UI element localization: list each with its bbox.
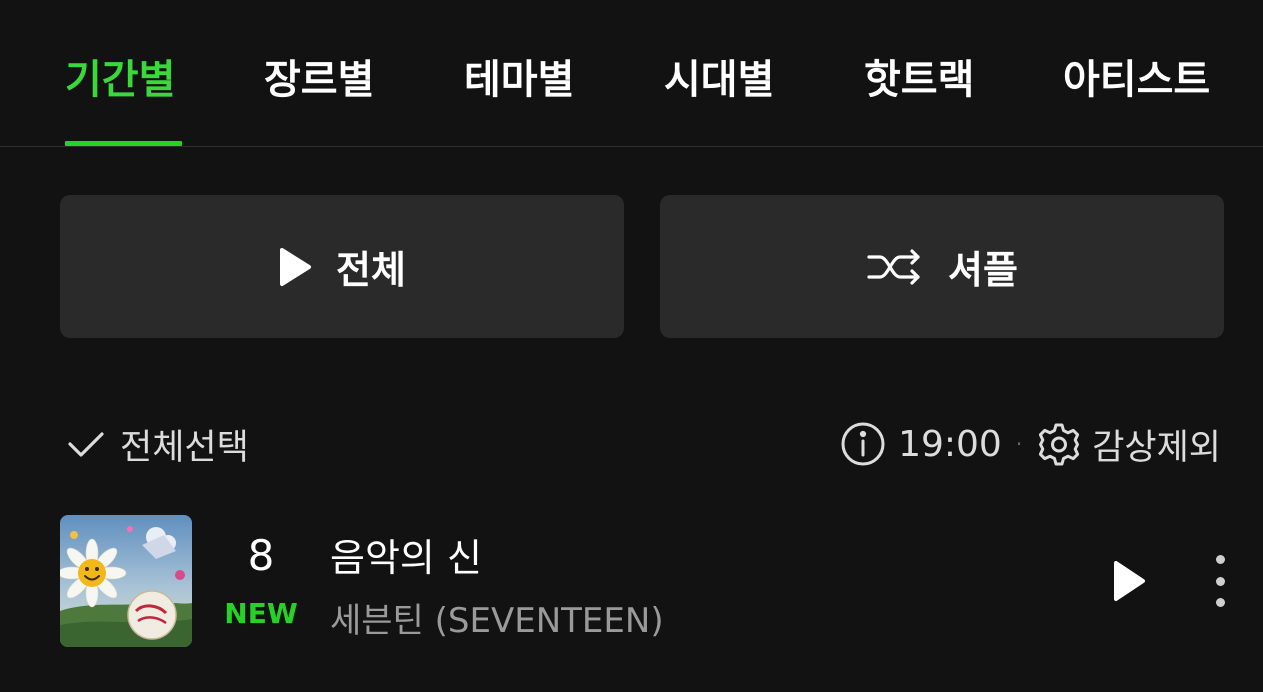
separator-dot: · — [1015, 432, 1023, 456]
more-options-button[interactable] — [1205, 555, 1235, 607]
shuffle-icon — [866, 247, 924, 287]
play-all-button[interactable]: 전체 — [60, 195, 624, 338]
tab-genre[interactable]: 장르별 — [264, 52, 374, 108]
tab-era[interactable]: 시대별 — [664, 52, 774, 108]
check-icon — [66, 424, 106, 464]
gear-icon — [1036, 421, 1082, 467]
track-play-button[interactable] — [1105, 557, 1153, 605]
rank-status-badge: NEW — [224, 597, 298, 630]
tab-artist[interactable]: 아티스트 — [1063, 52, 1210, 108]
category-tab-bar: 기간별 장르별 테마별 시대별 핫트랙 아티스트 — [0, 0, 1263, 147]
play-icon — [1111, 559, 1147, 603]
select-all-toggle[interactable]: 전체선택 — [66, 418, 249, 470]
exclude-listening-button[interactable]: 감상제외 — [1036, 419, 1221, 470]
play-icon — [278, 247, 312, 287]
chart-meta: 19:00 · 감상제외 — [840, 418, 1221, 470]
shuffle-label: 셔플 — [948, 248, 1018, 292]
track-title[interactable]: 음악의 신 — [330, 527, 482, 582]
chart-screen: 기간별 장르별 테마별 시대별 핫트랙 아티스트 전체 셔플 전체선택 19:0… — [0, 0, 1263, 692]
select-all-label: 전체선택 — [120, 427, 249, 468]
track-artist[interactable]: 세븐틴 (SEVENTEEN) — [330, 593, 664, 642]
tab-hot-track[interactable]: 핫트랙 — [864, 52, 974, 108]
album-art[interactable] — [60, 515, 192, 647]
track-rank: 8 — [247, 531, 275, 580]
update-time: 19:00 — [898, 423, 1002, 465]
more-vertical-icon — [1215, 555, 1225, 564]
active-tab-indicator — [65, 141, 182, 146]
play-all-label: 전체 — [336, 248, 406, 292]
tab-period[interactable]: 기간별 — [65, 52, 175, 108]
shuffle-button[interactable]: 셔플 — [660, 195, 1224, 338]
tab-theme[interactable]: 테마별 — [464, 52, 574, 108]
track-row[interactable]: 8 NEW 음악의 신 세븐틴 (SEVENTEEN) — [60, 515, 1235, 647]
exclude-label: 감상제외 — [1092, 427, 1221, 468]
info-icon[interactable] — [840, 421, 886, 467]
